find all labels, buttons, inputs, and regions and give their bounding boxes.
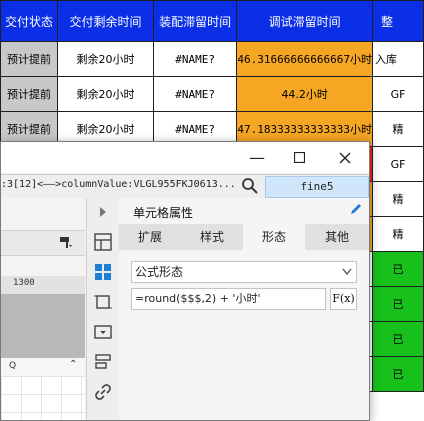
window-titlebar[interactable]: — [1,142,369,173]
header-assembly-stay[interactable]: 装配滞留时间 [152,0,238,42]
cell[interactable]: 44.2小时 [236,76,373,112]
cell[interactable]: 已 [371,286,424,322]
widget-button[interactable] [93,352,113,372]
header-debug-stay[interactable]: 调试滞留时间 [236,0,373,42]
form-type-select[interactable]: 公式形态 [131,261,357,283]
search-input[interactable]: fine5 [265,176,369,198]
form-type-value: 公式形态 [135,265,184,279]
cell-attribute-button[interactable] [93,262,113,282]
widget-icon [95,354,111,369]
formula-text: =round($$$,2) + '小时' [135,292,261,305]
table-row: 预计提前 剩余20小时 #NAME? 44.2小时 GF [0,76,424,112]
cell[interactable]: 剩余20小时 [57,76,154,112]
tab-expand[interactable]: 扩展 [119,224,181,250]
minimize-icon: — [249,148,265,167]
cell[interactable]: GF [371,146,424,182]
cell[interactable]: GF [371,76,424,112]
cell-address-text: :3[12]<——>columnValue:VLGL955FKJ0613... [1,179,236,190]
cell[interactable]: 精 [371,216,424,252]
tab-style[interactable]: 样式 [181,224,243,250]
designer-pane: 1300 Q ⌃ [1,198,85,420]
layout-button[interactable] [93,232,113,252]
cell[interactable]: #NAME? [152,41,238,77]
cell[interactable]: 精 [371,181,424,217]
cell[interactable]: 剩余20小时 [57,41,154,77]
header-delivery-status[interactable]: 交付状态 [0,0,59,42]
panel-title: 单元格属性 [133,206,194,220]
maximize-icon [293,152,305,163]
layout-icon [94,233,112,251]
dropdown-icon [94,325,112,339]
close-icon [339,152,351,163]
header-delivery-remaining[interactable]: 交付剩余时间 [57,0,154,42]
chevron-right-icon [100,207,106,217]
address-bar: :3[12]<——>columnValue:VLGL955FKJ0613... … [1,174,369,199]
cell[interactable]: 预计提前 [0,41,59,77]
cell[interactable]: 精 [371,111,424,147]
tab-other[interactable]: 其他 [305,224,369,250]
dropdown-widget-button[interactable] [93,322,113,342]
designer-canvas [1,294,85,358]
ruler: 1300 [1,276,85,295]
designer-grid[interactable] [1,376,85,420]
link-icon [95,384,111,400]
tab-form[interactable]: 形态 [243,224,305,250]
expand-arrow-button[interactable] [93,202,113,222]
column-header: Q ⌃ [1,358,85,377]
formula-editor-button[interactable]: F(x) [330,288,357,310]
cell[interactable]: 已 [371,251,424,287]
collapse-arrow-icon[interactable]: ⌃ [69,359,77,370]
header-row: 交付状态 交付剩余时间 装配滞留时间 调试滞留时间 整 [0,0,424,42]
crop-icon [94,295,112,309]
chevron-down-icon [342,268,352,276]
data-column-icon [95,264,111,280]
cell-properties-panel: 单元格属性 扩展 样式 形态 其他 公式形态 =round($$$,2) + '… [119,198,369,420]
ruler-label: 1300 [13,278,35,288]
cell[interactable]: 46.31666666666667小时 [236,41,373,77]
edit-pencil-icon[interactable] [349,202,363,216]
maximize-button[interactable] [279,142,319,173]
cell[interactable]: 预计提前 [0,76,59,112]
hyperlink-button[interactable] [93,382,113,402]
search-icon [242,178,258,194]
format-brush-icon[interactable] [59,236,73,250]
formula-input[interactable]: =round($$$,2) + '小时' [131,288,326,310]
property-icon-bar [86,198,120,420]
minimize-button[interactable]: — [237,142,277,173]
designer-toolbar [1,230,85,256]
search-button[interactable] [241,177,261,195]
property-tabs: 扩展 样式 形态 其他 [119,224,369,250]
crop-button[interactable] [93,292,113,312]
cell-attribute-window: — :3[12]<——>columnValue:VLGL955FKJ0613..… [0,141,370,421]
cell[interactable]: #NAME? [152,76,238,112]
table-row: 预计提前 剩余20小时 #NAME? 46.31666666666667小时 入… [0,41,424,77]
cell[interactable]: 入库 [371,41,424,77]
cell[interactable]: 已 [371,356,424,392]
header-whole[interactable]: 整 [371,0,424,42]
close-button[interactable] [325,142,365,173]
cell[interactable]: 已 [371,321,424,357]
column-label: Q [9,361,17,371]
